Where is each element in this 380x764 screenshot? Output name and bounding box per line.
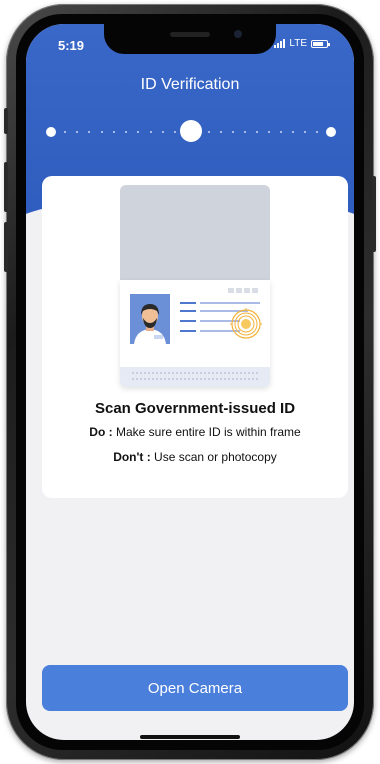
network-type: LTE	[289, 38, 307, 49]
id-card-illustration	[120, 185, 270, 387]
seal-icon	[230, 308, 262, 340]
signal-icon	[274, 39, 286, 48]
dont-text: Use scan or photocopy	[154, 450, 277, 464]
notch	[104, 24, 276, 54]
status-indicators: LTE	[274, 38, 330, 49]
id-card-back	[120, 185, 270, 280]
dont-label: Don't :	[113, 450, 151, 464]
do-rule: Do : Make sure entire ID is within frame	[42, 425, 348, 439]
speaker-grille	[170, 32, 210, 37]
card-heading: Scan Government-issued ID	[94, 400, 296, 417]
page-title: ID Verification	[140, 76, 240, 93]
home-indicator[interactable]	[140, 735, 240, 739]
open-camera-button[interactable]: Open Camera	[42, 665, 348, 711]
step-dot-current	[180, 120, 202, 142]
progress-dots-right	[208, 131, 318, 133]
instruction-card: Scan Government-issued ID Do : Make sure…	[42, 176, 348, 498]
id-card-front	[120, 280, 270, 387]
id-photo-icon	[130, 294, 170, 344]
dont-rule: Don't : Use scan or photocopy	[42, 450, 348, 464]
volume-down-button	[4, 222, 8, 272]
progress-dots-left	[64, 131, 176, 133]
battery-icon	[311, 39, 330, 48]
mute-switch	[4, 108, 8, 134]
do-label: Do :	[89, 425, 113, 439]
step-dot-start	[46, 127, 56, 137]
front-camera	[234, 30, 242, 38]
step-progress	[46, 120, 336, 144]
power-button	[372, 176, 376, 252]
id-barcode-strip	[120, 367, 270, 387]
step-dot-end	[326, 127, 336, 137]
do-text: Make sure entire ID is within frame	[115, 425, 301, 439]
app-screen: 5:19 LTE ID Verification Scan Government…	[26, 24, 354, 740]
status-time: 5:19	[58, 38, 85, 53]
volume-up-button	[4, 162, 8, 212]
